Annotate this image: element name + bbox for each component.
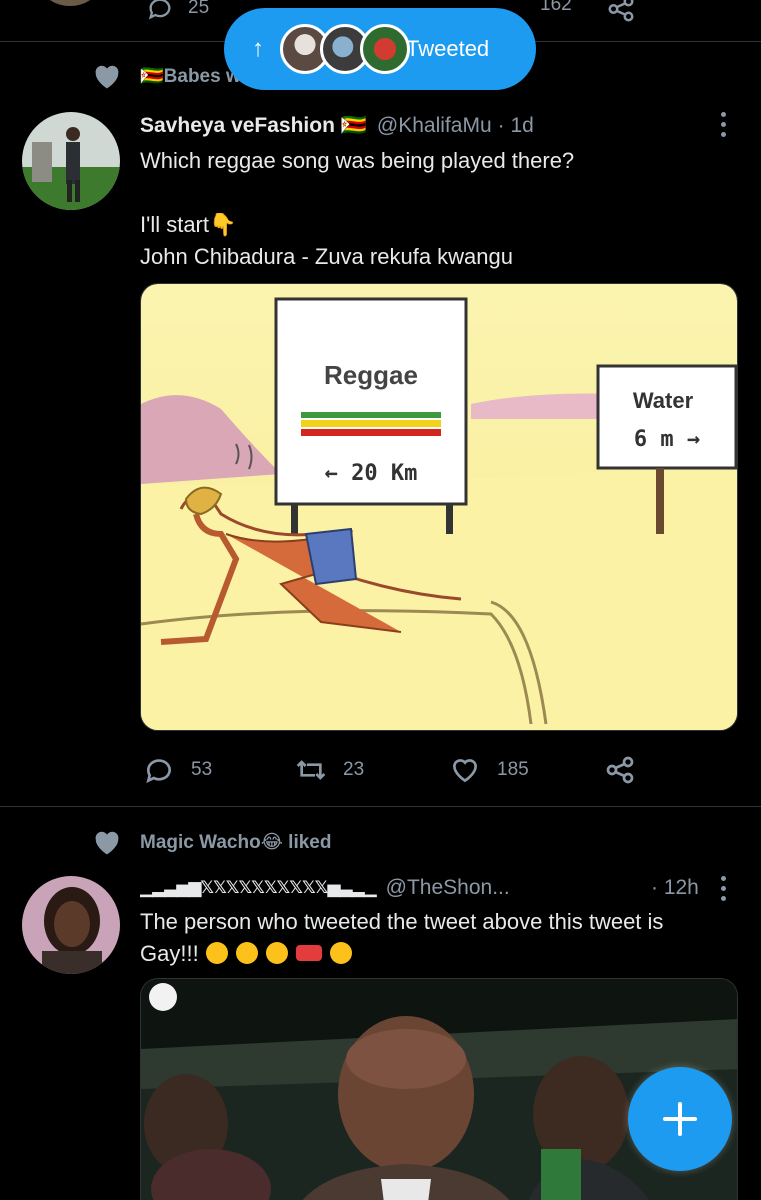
laughing-emoji-icon xyxy=(330,942,353,964)
reply-count: 25 xyxy=(188,0,210,18)
social-context[interactable]: Magic Wacho😂 liked xyxy=(92,828,331,856)
more-icon[interactable] xyxy=(721,876,727,906)
emoji-icon xyxy=(205,942,228,964)
share-icon xyxy=(608,0,634,22)
author-handle[interactable]: @KhalifaMu xyxy=(377,114,492,138)
compose-plus-icon xyxy=(663,1102,697,1136)
avatar-photo xyxy=(22,876,120,974)
like-button[interactable]: 162 xyxy=(540,0,572,16)
tweet-line: Gay!!! xyxy=(140,941,199,966)
hundred-emoji-icon xyxy=(296,945,323,961)
tweet-text: The person who tweeted the tweet above t… xyxy=(140,906,663,970)
reply-button[interactable]: 53 xyxy=(143,754,212,786)
reply-icon xyxy=(148,0,171,20)
tweet-time[interactable]: · 12h xyxy=(651,876,699,900)
heart-icon xyxy=(95,831,119,855)
avatar-stack xyxy=(280,21,410,77)
like-count: 162 xyxy=(540,0,572,15)
context-label: 🇿🇼Babes w xyxy=(140,66,241,87)
like-button[interactable]: 185 xyxy=(449,754,529,786)
heart-icon xyxy=(95,65,119,89)
cartoon-image: Reggae ← 20 Km Water 6 m → xyxy=(141,284,737,730)
retweet-button[interactable]: 23 xyxy=(295,754,364,786)
tweet-line: Which reggae song was being played there… xyxy=(140,148,575,173)
tweeted-label: Tweeted xyxy=(406,36,490,61)
social-context[interactable]: 🇿🇼Babes w xyxy=(92,62,241,90)
like-count: 185 xyxy=(497,759,529,780)
reply-button[interactable]: 25 xyxy=(146,0,209,22)
emoji-icon xyxy=(235,942,258,964)
tweet-line: I'll start👇 xyxy=(140,212,237,237)
avatar[interactable] xyxy=(40,0,100,6)
share-button[interactable] xyxy=(606,0,636,24)
retweet-count: 23 xyxy=(343,759,365,780)
tweet-image[interactable]: Reggae ← 20 Km Water 6 m → xyxy=(140,283,738,731)
avatar xyxy=(360,24,410,74)
water-distance: 6 m → xyxy=(634,427,700,452)
avatar[interactable] xyxy=(22,876,120,974)
retweet-icon xyxy=(296,760,326,780)
more-icon[interactable] xyxy=(721,112,727,142)
tweet-text: Which reggae song was being played there… xyxy=(140,145,574,273)
avatar-photo xyxy=(22,112,120,210)
tweet-line: The person who tweeted the tweet above t… xyxy=(140,909,664,934)
share-icon xyxy=(606,756,634,784)
arrow-up-icon: ↑ xyxy=(252,35,264,62)
avatar[interactable] xyxy=(22,112,120,210)
sign-distance: ← 20 Km xyxy=(325,461,418,486)
water-title: Water xyxy=(633,388,694,413)
tweet-header: ▁▂▃▅▆𝕏𝕏𝕏𝕏𝕏𝕏𝕏𝕏𝕏𝕏▅▃▂▁ @TheShon... xyxy=(140,876,730,900)
sign-title: Reggae xyxy=(324,360,418,390)
like-icon xyxy=(452,759,478,783)
author-name[interactable]: ▁▂▃▅▆𝕏𝕏𝕏𝕏𝕏𝕏𝕏𝕏𝕏𝕏▅▃▂▁ xyxy=(140,878,377,898)
tweet-divider xyxy=(0,806,761,807)
tweet-header: Savheya veFashion 🇿🇼 @KhalifaMu · 1d xyxy=(140,114,534,138)
reply-icon xyxy=(146,759,171,784)
emoji-icon xyxy=(266,942,289,964)
new-tweets-pill[interactable]: ↑ Tweeted xyxy=(224,8,536,90)
tweet-time[interactable]: · 1d xyxy=(498,114,534,138)
context-label: Magic Wacho😂 liked xyxy=(140,831,332,853)
author-handle[interactable]: @TheShon... xyxy=(386,876,510,900)
compose-tweet-button[interactable] xyxy=(628,1067,732,1171)
author-name[interactable]: Savheya veFashion 🇿🇼 xyxy=(140,114,367,138)
tweet-actions: 53 23 185 xyxy=(143,754,643,786)
share-button[interactable] xyxy=(604,754,652,786)
tweet-line: John Chibadura - Zuva rekufa kwangu xyxy=(140,244,513,269)
reply-count: 53 xyxy=(191,759,213,780)
